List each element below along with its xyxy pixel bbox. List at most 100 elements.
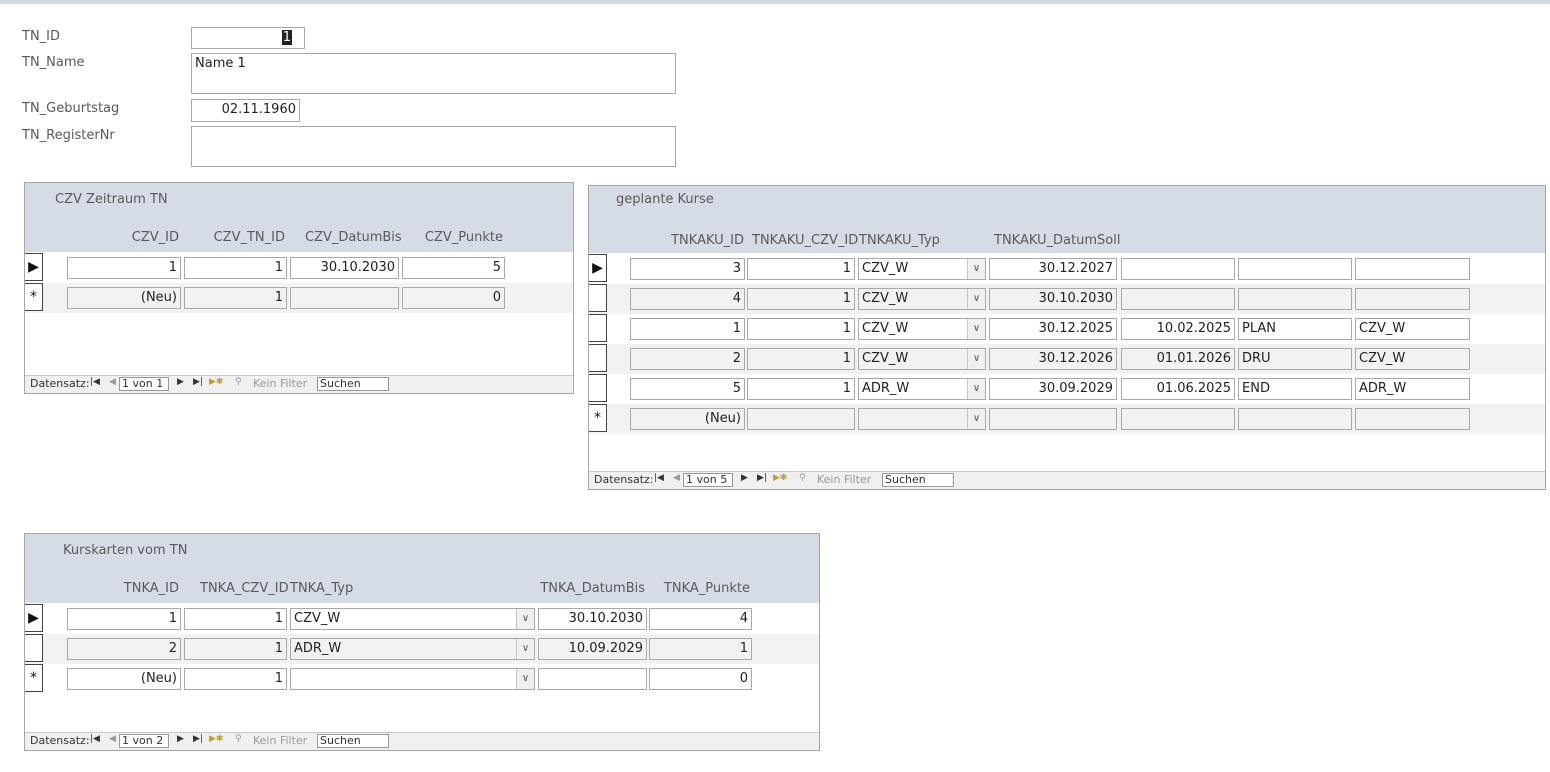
kurse-extra-status-cell[interactable] xyxy=(1238,288,1352,310)
czv-tn-id-cell[interactable]: 1 xyxy=(184,257,287,279)
kurse-id-cell[interactable]: (Neu) xyxy=(630,408,745,430)
tn-geburtstag-field[interactable]: 02.11.1960 xyxy=(191,99,300,122)
record-selector[interactable] xyxy=(589,314,607,342)
kurse-datumsoll-cell[interactable]: 30.10.2030 xyxy=(989,288,1117,310)
kurse-extra-date-cell[interactable] xyxy=(1121,258,1235,280)
kurse-datumsoll-cell[interactable] xyxy=(989,408,1117,430)
kurse-extra-status-cell[interactable]: PLAN xyxy=(1238,318,1352,340)
czv-id-cell[interactable]: (Neu) xyxy=(67,287,181,309)
nav-position-input[interactable]: 1 von 1 xyxy=(119,377,169,391)
karten-typ-combo[interactable]: ∨ xyxy=(290,668,535,690)
czv-punkte-cell[interactable]: 0 xyxy=(402,287,505,309)
karten-datumbis-cell[interactable]: 10.09.2029 xyxy=(538,638,647,660)
kurse-id-cell[interactable]: 5 xyxy=(630,378,745,400)
tn-id-field[interactable]: 1 xyxy=(191,27,305,49)
search-input[interactable]: Suchen xyxy=(882,473,954,487)
kurse-extra-typ-cell[interactable] xyxy=(1355,408,1470,430)
czv-punkte-cell[interactable]: 5 xyxy=(402,257,505,279)
kurse-typ-combo[interactable]: ADR_W ∨ xyxy=(858,378,986,400)
chevron-down-icon[interactable]: ∨ xyxy=(516,609,534,629)
last-record-icon[interactable]: ▶| xyxy=(193,734,203,744)
record-selector-new[interactable]: * xyxy=(25,664,43,692)
karten-datumbis-cell[interactable] xyxy=(538,668,647,690)
last-record-icon[interactable]: ▶| xyxy=(757,473,767,483)
karten-punkte-cell[interactable]: 0 xyxy=(649,668,752,690)
kurse-typ-combo[interactable]: CZV_W ∨ xyxy=(858,318,986,340)
czv-datumbis-cell[interactable] xyxy=(290,287,399,309)
kurse-czv-id-cell[interactable]: 1 xyxy=(747,378,855,400)
chevron-down-icon[interactable]: ∨ xyxy=(516,639,534,659)
record-selector-current[interactable]: ▶ xyxy=(589,254,607,282)
karten-punkte-cell[interactable]: 4 xyxy=(649,608,752,630)
filter-status[interactable]: Kein Filter xyxy=(817,473,871,486)
chevron-down-icon[interactable]: ∨ xyxy=(516,669,534,689)
chevron-down-icon[interactable]: ∨ xyxy=(967,349,985,369)
first-record-icon[interactable]: |◀ xyxy=(90,377,100,387)
karten-czv-id-cell[interactable]: 1 xyxy=(184,668,287,690)
kurse-datumsoll-cell[interactable]: 30.12.2027 xyxy=(989,258,1117,280)
chevron-down-icon[interactable]: ∨ xyxy=(967,289,985,309)
kurse-typ-combo[interactable]: CZV_W ∨ xyxy=(858,288,986,310)
kurse-extra-date-cell[interactable] xyxy=(1121,408,1235,430)
kurse-id-cell[interactable]: 2 xyxy=(630,348,745,370)
kurse-typ-combo[interactable]: ∨ xyxy=(858,408,986,430)
kurse-extra-status-cell[interactable]: END xyxy=(1238,378,1352,400)
next-record-icon[interactable]: ▶ xyxy=(177,734,184,744)
chevron-down-icon[interactable]: ∨ xyxy=(967,409,985,429)
chevron-down-icon[interactable]: ∨ xyxy=(967,379,985,399)
record-selector[interactable] xyxy=(589,344,607,372)
karten-datumbis-cell[interactable]: 30.10.2030 xyxy=(538,608,647,630)
kurse-datumsoll-cell[interactable]: 30.09.2029 xyxy=(989,378,1117,400)
kurse-extra-date-cell[interactable]: 01.01.2026 xyxy=(1121,348,1235,370)
kurse-czv-id-cell[interactable]: 1 xyxy=(747,288,855,310)
karten-typ-combo[interactable]: ADR_W ∨ xyxy=(290,638,535,660)
kurse-extra-status-cell[interactable] xyxy=(1238,408,1352,430)
kurse-czv-id-cell[interactable]: 1 xyxy=(747,258,855,280)
new-record-icon[interactable]: ▶✱ xyxy=(773,473,787,483)
kurse-extra-typ-cell[interactable] xyxy=(1355,258,1470,280)
kurse-datumsoll-cell[interactable]: 30.12.2026 xyxy=(989,348,1117,370)
czv-datumbis-cell[interactable]: 30.10.2030 xyxy=(290,257,399,279)
karten-punkte-cell[interactable]: 1 xyxy=(649,638,752,660)
record-selector-current[interactable]: ▶ xyxy=(25,253,43,281)
kurse-extra-date-cell[interactable]: 01.06.2025 xyxy=(1121,378,1235,400)
chevron-down-icon[interactable]: ∨ xyxy=(967,319,985,339)
next-record-icon[interactable]: ▶ xyxy=(177,377,184,387)
first-record-icon[interactable]: |◀ xyxy=(654,473,664,483)
record-selector-new[interactable]: * xyxy=(25,283,43,311)
kurse-extra-typ-cell[interactable]: CZV_W xyxy=(1355,348,1470,370)
record-selector[interactable] xyxy=(589,284,607,312)
filter-status[interactable]: Kein Filter xyxy=(253,377,307,390)
nav-position-input[interactable]: 1 von 5 xyxy=(683,473,733,487)
search-input[interactable]: Suchen xyxy=(317,377,389,391)
kurse-extra-date-cell[interactable] xyxy=(1121,288,1235,310)
karten-id-cell[interactable]: (Neu) xyxy=(67,668,181,690)
kurse-extra-typ-cell[interactable] xyxy=(1355,288,1470,310)
kurse-extra-status-cell[interactable]: DRU xyxy=(1238,348,1352,370)
record-selector[interactable] xyxy=(25,634,43,662)
prev-record-icon[interactable]: ◀ xyxy=(109,734,116,744)
next-record-icon[interactable]: ▶ xyxy=(741,473,748,483)
new-record-icon[interactable]: ▶✱ xyxy=(209,734,223,744)
kurse-extra-date-cell[interactable]: 10.02.2025 xyxy=(1121,318,1235,340)
prev-record-icon[interactable]: ◀ xyxy=(109,377,116,387)
kurse-czv-id-cell[interactable]: 1 xyxy=(747,318,855,340)
kurse-czv-id-cell[interactable]: 1 xyxy=(747,348,855,370)
record-selector[interactable] xyxy=(589,374,607,402)
kurse-extra-typ-cell[interactable]: CZV_W xyxy=(1355,318,1470,340)
kurse-id-cell[interactable]: 3 xyxy=(630,258,745,280)
karten-id-cell[interactable]: 2 xyxy=(67,638,181,660)
czv-id-cell[interactable]: 1 xyxy=(67,257,181,279)
filter-status[interactable]: Kein Filter xyxy=(253,734,307,747)
new-record-icon[interactable]: ▶✱ xyxy=(209,377,223,387)
kurse-extra-typ-cell[interactable]: ADR_W xyxy=(1355,378,1470,400)
kurse-typ-combo[interactable]: CZV_W ∨ xyxy=(858,258,986,280)
kurse-czv-id-cell[interactable] xyxy=(747,408,855,430)
tn-registernr-field[interactable] xyxy=(191,126,676,167)
karten-czv-id-cell[interactable]: 1 xyxy=(184,608,287,630)
kurse-datumsoll-cell[interactable]: 30.12.2025 xyxy=(989,318,1117,340)
prev-record-icon[interactable]: ◀ xyxy=(673,473,680,483)
kurse-id-cell[interactable]: 1 xyxy=(630,318,745,340)
kurse-extra-status-cell[interactable] xyxy=(1238,258,1352,280)
karten-typ-combo[interactable]: CZV_W ∨ xyxy=(290,608,535,630)
